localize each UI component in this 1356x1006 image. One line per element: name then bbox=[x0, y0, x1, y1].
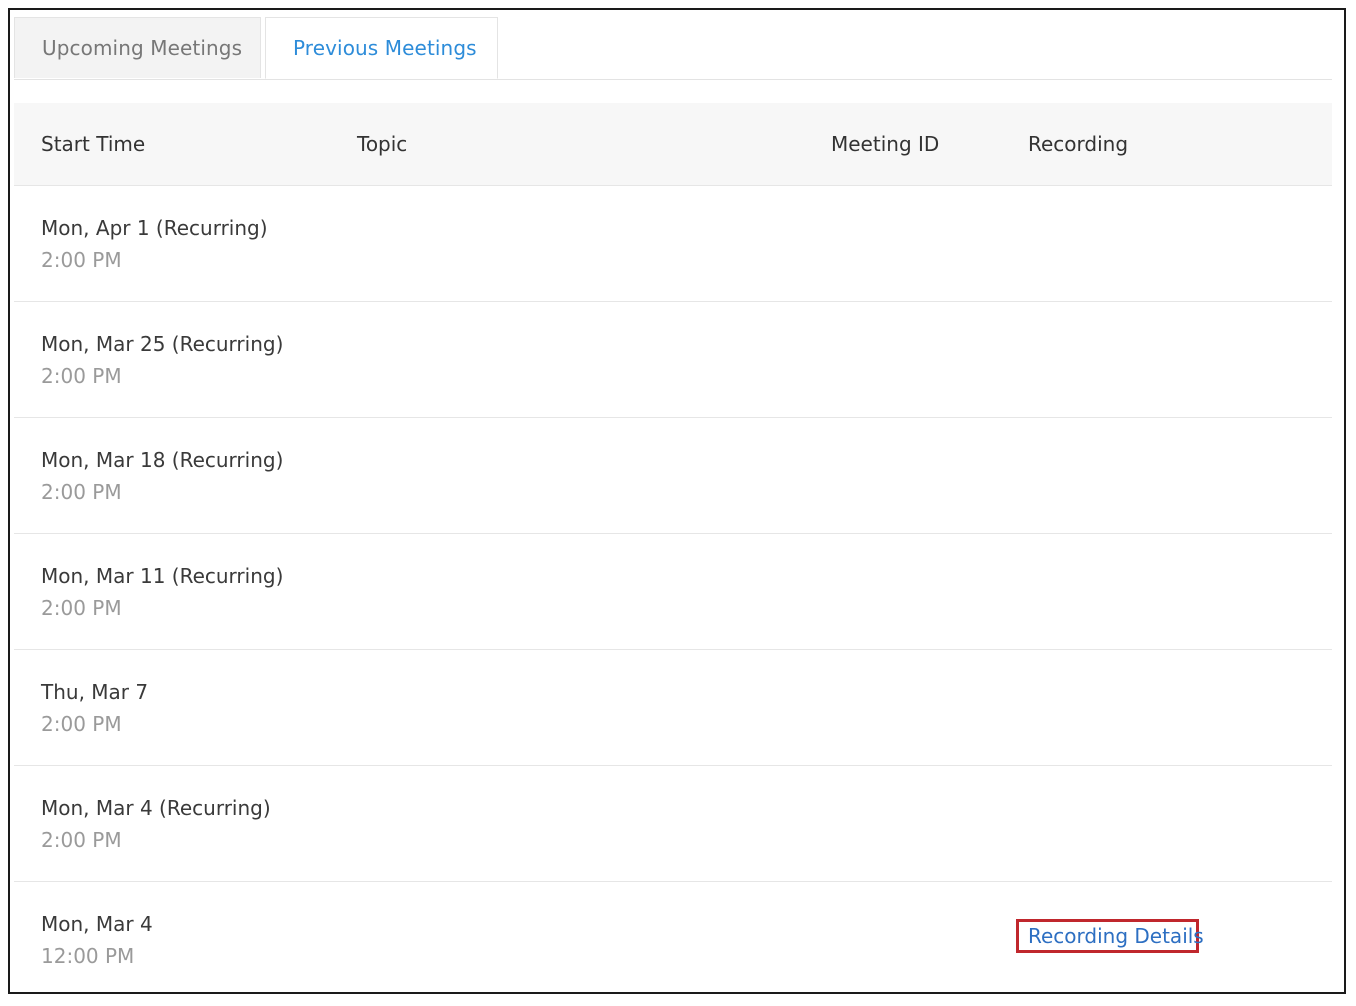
meeting-time: 2:00 PM bbox=[41, 248, 122, 272]
meeting-date: Mon, Mar 4 (Recurring) bbox=[41, 796, 271, 820]
meeting-time: 2:00 PM bbox=[41, 596, 122, 620]
table-header: Start Time Topic Meeting ID Recording bbox=[14, 103, 1332, 186]
meeting-time: 2:00 PM bbox=[41, 480, 122, 504]
table-row: Mon, Mar 18 (Recurring) 2:00 PM bbox=[14, 418, 1332, 534]
meeting-time: 2:00 PM bbox=[41, 712, 122, 736]
meeting-date: Mon, Mar 25 (Recurring) bbox=[41, 332, 284, 356]
meeting-date: Mon, Apr 1 (Recurring) bbox=[41, 216, 268, 240]
meeting-date: Mon, Mar 18 (Recurring) bbox=[41, 448, 284, 472]
meeting-time: 12:00 PM bbox=[41, 944, 135, 968]
table-row: Mon, Mar 11 (Recurring) 2:00 PM bbox=[14, 534, 1332, 650]
meeting-date: Mon, Mar 11 (Recurring) bbox=[41, 564, 284, 588]
column-header-topic[interactable]: Topic bbox=[357, 103, 407, 185]
recording-details-highlight: Recording Details bbox=[1016, 919, 1204, 953]
column-header-start-time[interactable]: Start Time bbox=[41, 103, 145, 185]
column-header-meeting-id[interactable]: Meeting ID bbox=[831, 103, 939, 185]
meeting-time: 2:00 PM bbox=[41, 364, 122, 388]
table-row: Mon, Mar 25 (Recurring) 2:00 PM bbox=[14, 302, 1332, 418]
table-row: Thu, Mar 7 2:00 PM bbox=[14, 650, 1332, 766]
meeting-time: 2:00 PM bbox=[41, 828, 122, 852]
meeting-date: Thu, Mar 7 bbox=[41, 680, 149, 704]
table-row: Mon, Mar 4 12:00 PM Recording Details bbox=[14, 882, 1332, 992]
recording-details-link[interactable]: Recording Details bbox=[1028, 924, 1204, 948]
table-row: Mon, Apr 1 (Recurring) 2:00 PM bbox=[14, 186, 1332, 302]
meetings-panel: Upcoming Meetings Previous Meetings Star… bbox=[8, 8, 1346, 994]
tab-upcoming-meetings[interactable]: Upcoming Meetings bbox=[14, 17, 261, 78]
previous-meetings-table: Start Time Topic Meeting ID Recording Mo… bbox=[14, 103, 1332, 992]
tab-previous-meetings[interactable]: Previous Meetings bbox=[265, 17, 498, 79]
meeting-tabs: Upcoming Meetings Previous Meetings bbox=[14, 17, 1332, 80]
meeting-date: Mon, Mar 4 bbox=[41, 912, 153, 936]
table-row: Mon, Mar 4 (Recurring) 2:00 PM bbox=[14, 766, 1332, 882]
column-header-recording[interactable]: Recording bbox=[1028, 103, 1128, 185]
